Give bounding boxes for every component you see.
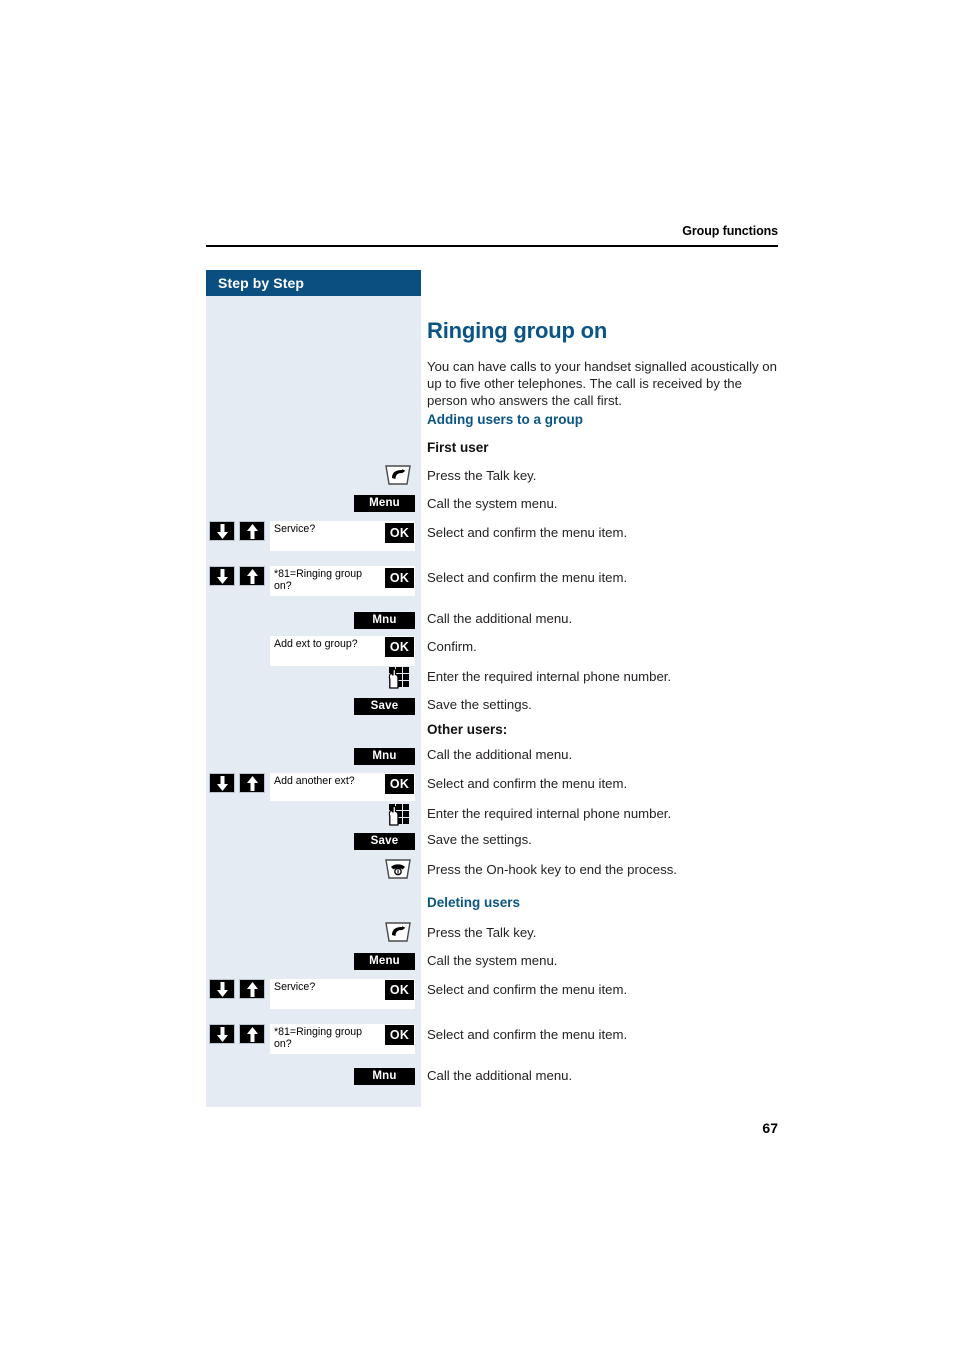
step-text: Press the Talk key.: [427, 468, 537, 483]
step-text: Confirm.: [427, 639, 477, 654]
keypad-icon: [388, 803, 412, 827]
header-rule: [206, 245, 778, 247]
display-text: Add another ext?: [274, 775, 355, 787]
step-text: Press the On-hook key to end the process…: [427, 862, 677, 877]
softkey-mnu[interactable]: Mnu: [354, 1068, 415, 1085]
arrow-up-icon[interactable]: [239, 773, 265, 793]
running-header: Group functions: [682, 224, 778, 238]
step-text: Call the system menu.: [427, 496, 558, 511]
ok-key[interactable]: OK: [385, 980, 414, 1000]
subsection-first-user: First user: [427, 440, 489, 455]
section-adding-users: Adding users to a group: [427, 412, 584, 427]
arrow-up-icon[interactable]: [239, 566, 265, 586]
ok-key[interactable]: OK: [385, 774, 414, 794]
step-by-step-title: Step by Step: [218, 275, 304, 291]
step-text: Save the settings.: [427, 697, 532, 712]
softkey-menu[interactable]: Menu: [354, 953, 415, 970]
section-deleting-users: Deleting users: [427, 895, 521, 910]
page-number: 67: [762, 1120, 778, 1136]
intro-paragraph: You can have calls to your handset signa…: [427, 359, 777, 409]
display-text: Service?: [274, 523, 316, 535]
ok-key[interactable]: OK: [385, 637, 414, 657]
step-text: Select and confirm the menu item.: [427, 525, 628, 540]
step-text: Call the system menu.: [427, 953, 558, 968]
arrow-up-icon[interactable]: [239, 979, 265, 999]
softkey-menu[interactable]: Menu: [354, 495, 415, 512]
step-text: Select and confirm the menu item.: [427, 570, 628, 585]
step-text: Select and confirm the menu item.: [427, 776, 628, 791]
display-text: Add ext to group?: [274, 638, 358, 650]
step-text: Call the additional menu.: [427, 611, 573, 626]
step-text: Call the additional menu.: [427, 1068, 573, 1083]
display-text: *81=Ringing group on?: [274, 1026, 363, 1050]
arrow-down-icon[interactable]: [209, 979, 235, 999]
softkey-mnu[interactable]: Mnu: [354, 748, 415, 765]
arrow-down-icon[interactable]: [209, 566, 235, 586]
document-page: Group functions Step by Step Ringing gro…: [0, 0, 954, 1351]
arrow-up-icon[interactable]: [239, 521, 265, 541]
step-text: Select and confirm the menu item.: [427, 982, 628, 997]
arrow-down-icon[interactable]: [209, 521, 235, 541]
subsection-other-users: Other users:: [427, 722, 508, 737]
talk-key-icon: [383, 464, 413, 486]
softkey-mnu[interactable]: Mnu: [354, 612, 415, 629]
display-text: Service?: [274, 981, 316, 993]
step-text: Enter the required internal phone number…: [427, 806, 672, 821]
step-text: Select and confirm the menu item.: [427, 1027, 628, 1042]
keypad-icon: [388, 666, 412, 690]
step-text: Call the additional menu.: [427, 747, 573, 762]
ok-key[interactable]: OK: [385, 568, 414, 588]
arrow-down-icon[interactable]: [209, 773, 235, 793]
step-text: Enter the required internal phone number…: [427, 669, 672, 684]
ok-key[interactable]: OK: [385, 1025, 414, 1045]
page-title: Ringing group on: [427, 317, 608, 343]
step-text: Press the Talk key.: [427, 925, 537, 940]
arrow-down-icon[interactable]: [209, 1024, 235, 1044]
arrow-up-icon[interactable]: [239, 1024, 265, 1044]
on-hook-key-icon: [383, 858, 413, 880]
ok-key[interactable]: OK: [385, 523, 414, 543]
step-text: Save the settings.: [427, 832, 532, 847]
softkey-save[interactable]: Save: [354, 698, 415, 715]
talk-key-icon: [383, 921, 413, 943]
softkey-save[interactable]: Save: [354, 833, 415, 850]
display-text: *81=Ringing group on?: [274, 568, 363, 592]
